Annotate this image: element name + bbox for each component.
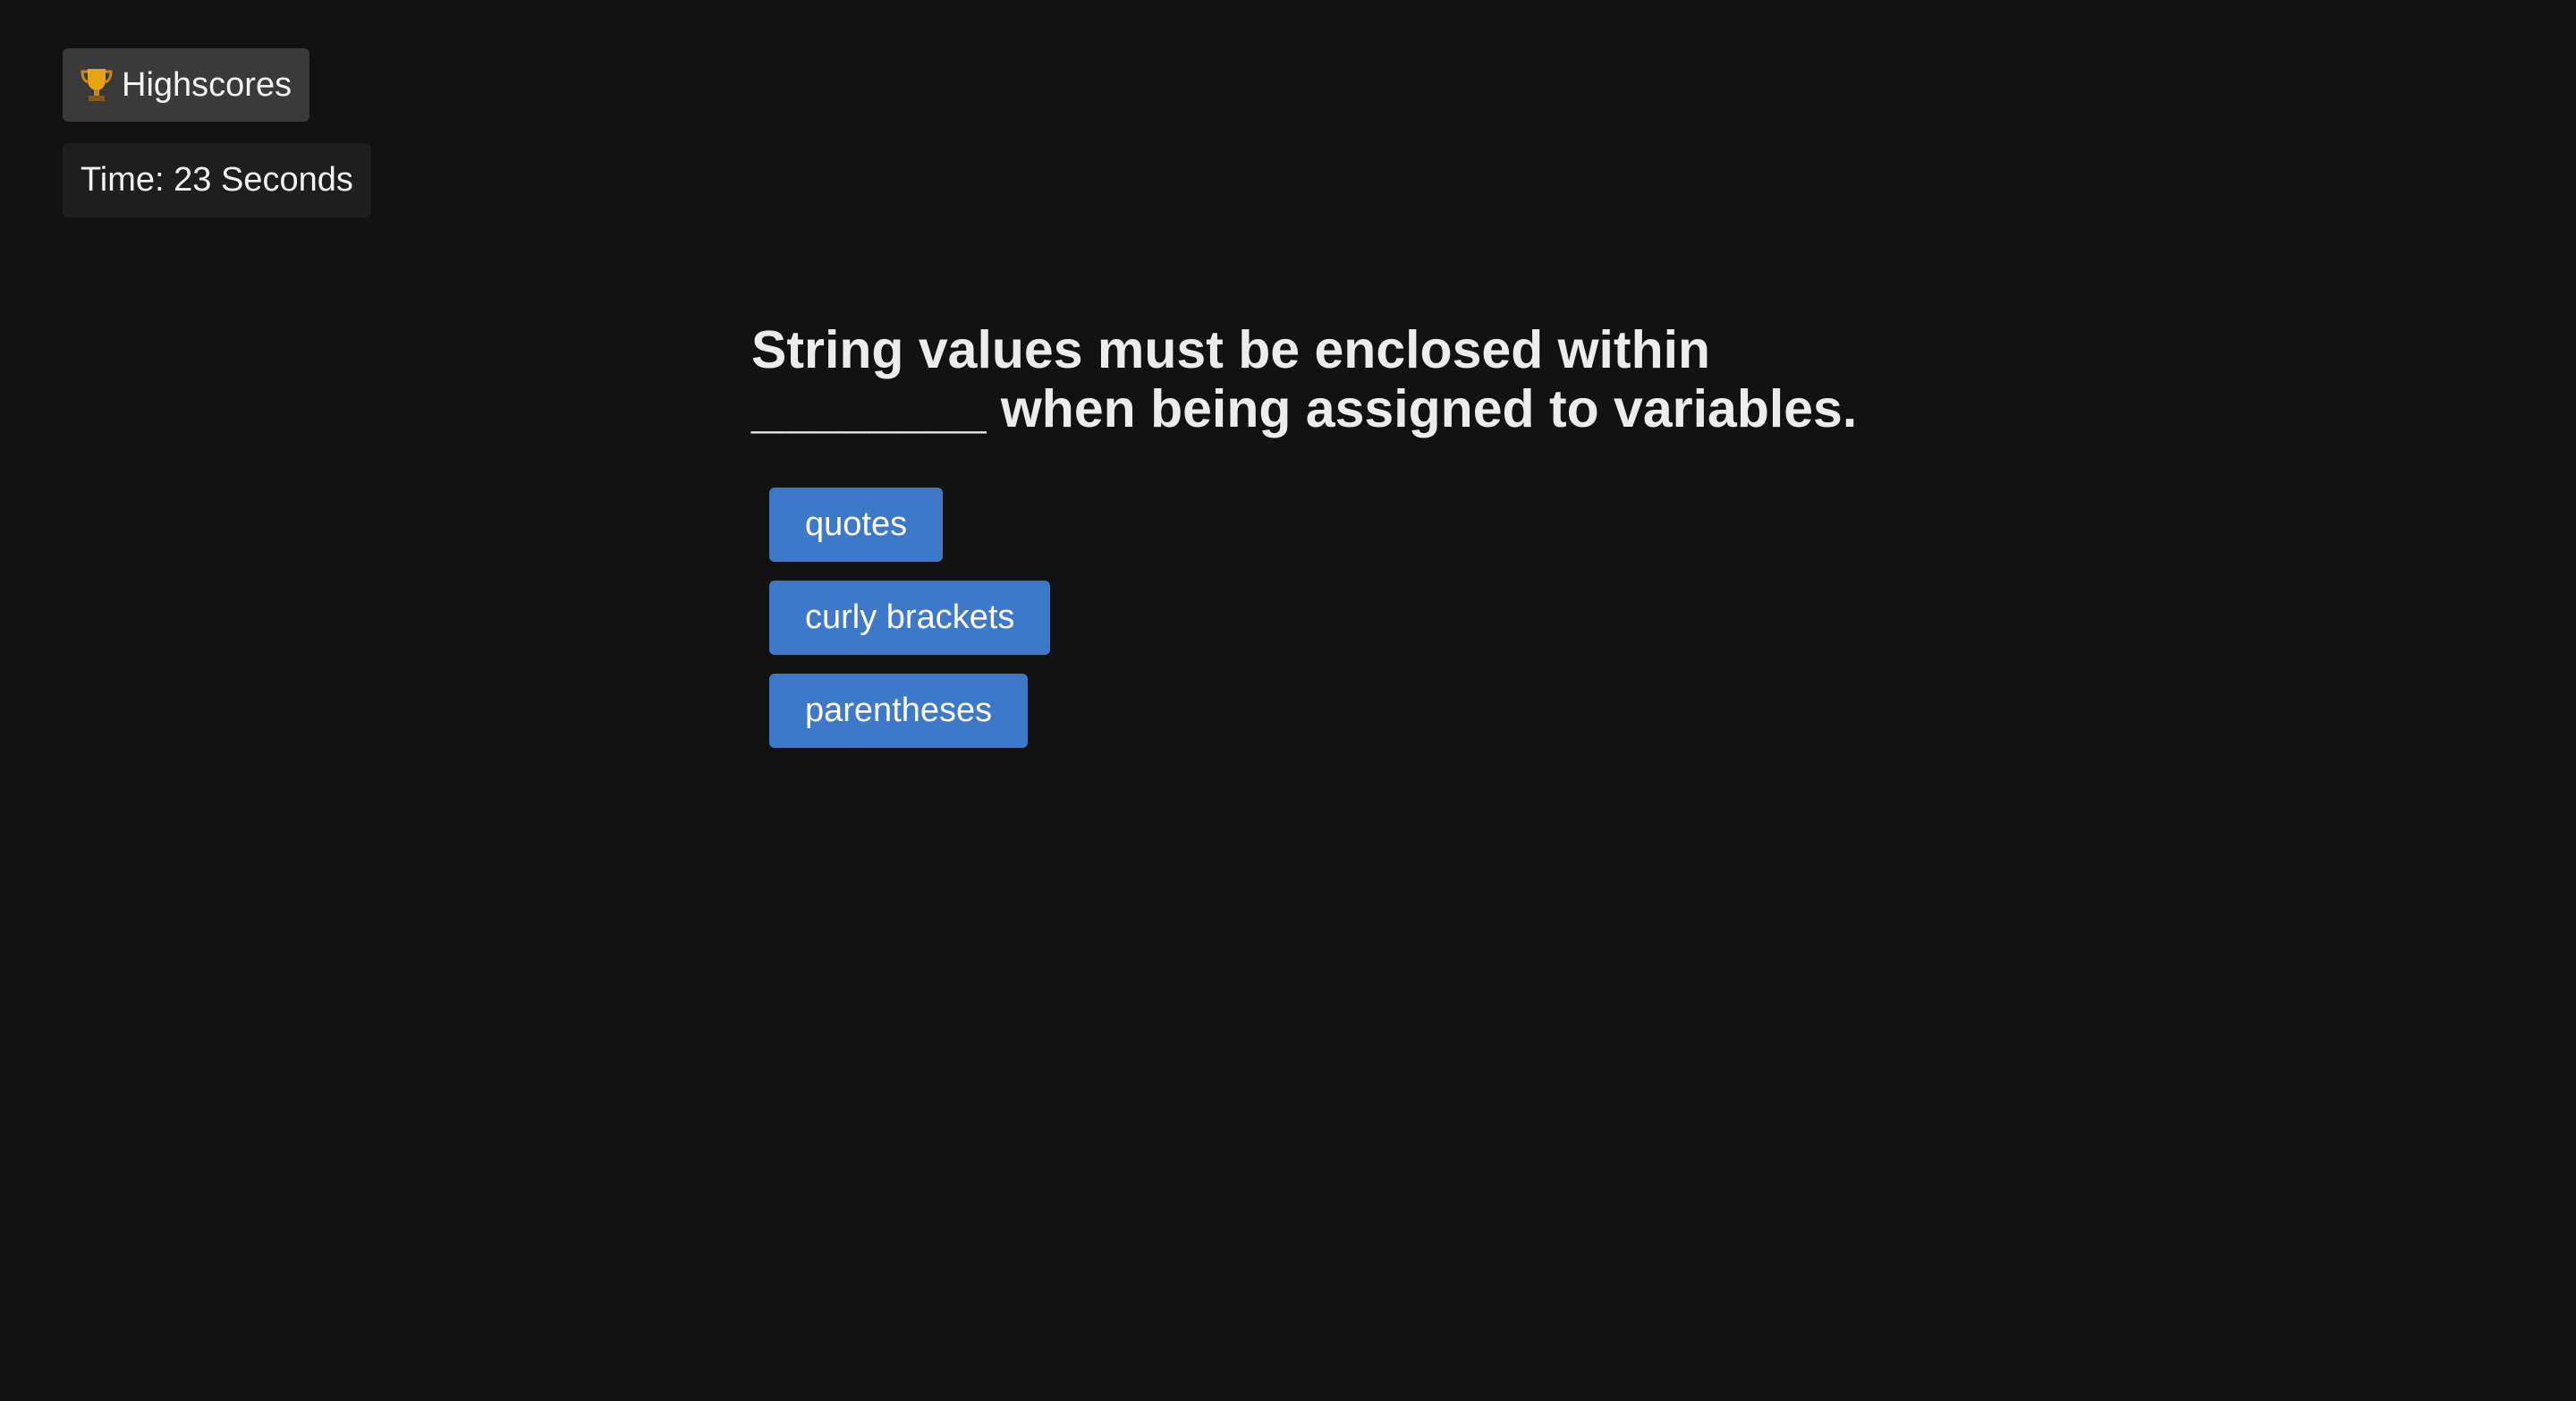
trophy-icon bbox=[80, 67, 113, 103]
highscores-button[interactable]: Highscores bbox=[63, 48, 310, 122]
highscores-label: Highscores bbox=[122, 65, 292, 104]
answer-button-quotes[interactable]: quotes bbox=[769, 488, 944, 562]
question-text: String values must be enclosed within __… bbox=[751, 320, 1858, 438]
timer-display: Time: 23 Seconds bbox=[63, 143, 371, 217]
answer-list: quotes curly brackets parentheses bbox=[769, 488, 1051, 748]
answer-button-curly-brackets[interactable]: curly brackets bbox=[769, 581, 1051, 655]
quiz-page: Highscores Time: 23 Seconds String value… bbox=[0, 0, 2576, 1401]
answer-button-parentheses[interactable]: parentheses bbox=[769, 674, 1029, 748]
